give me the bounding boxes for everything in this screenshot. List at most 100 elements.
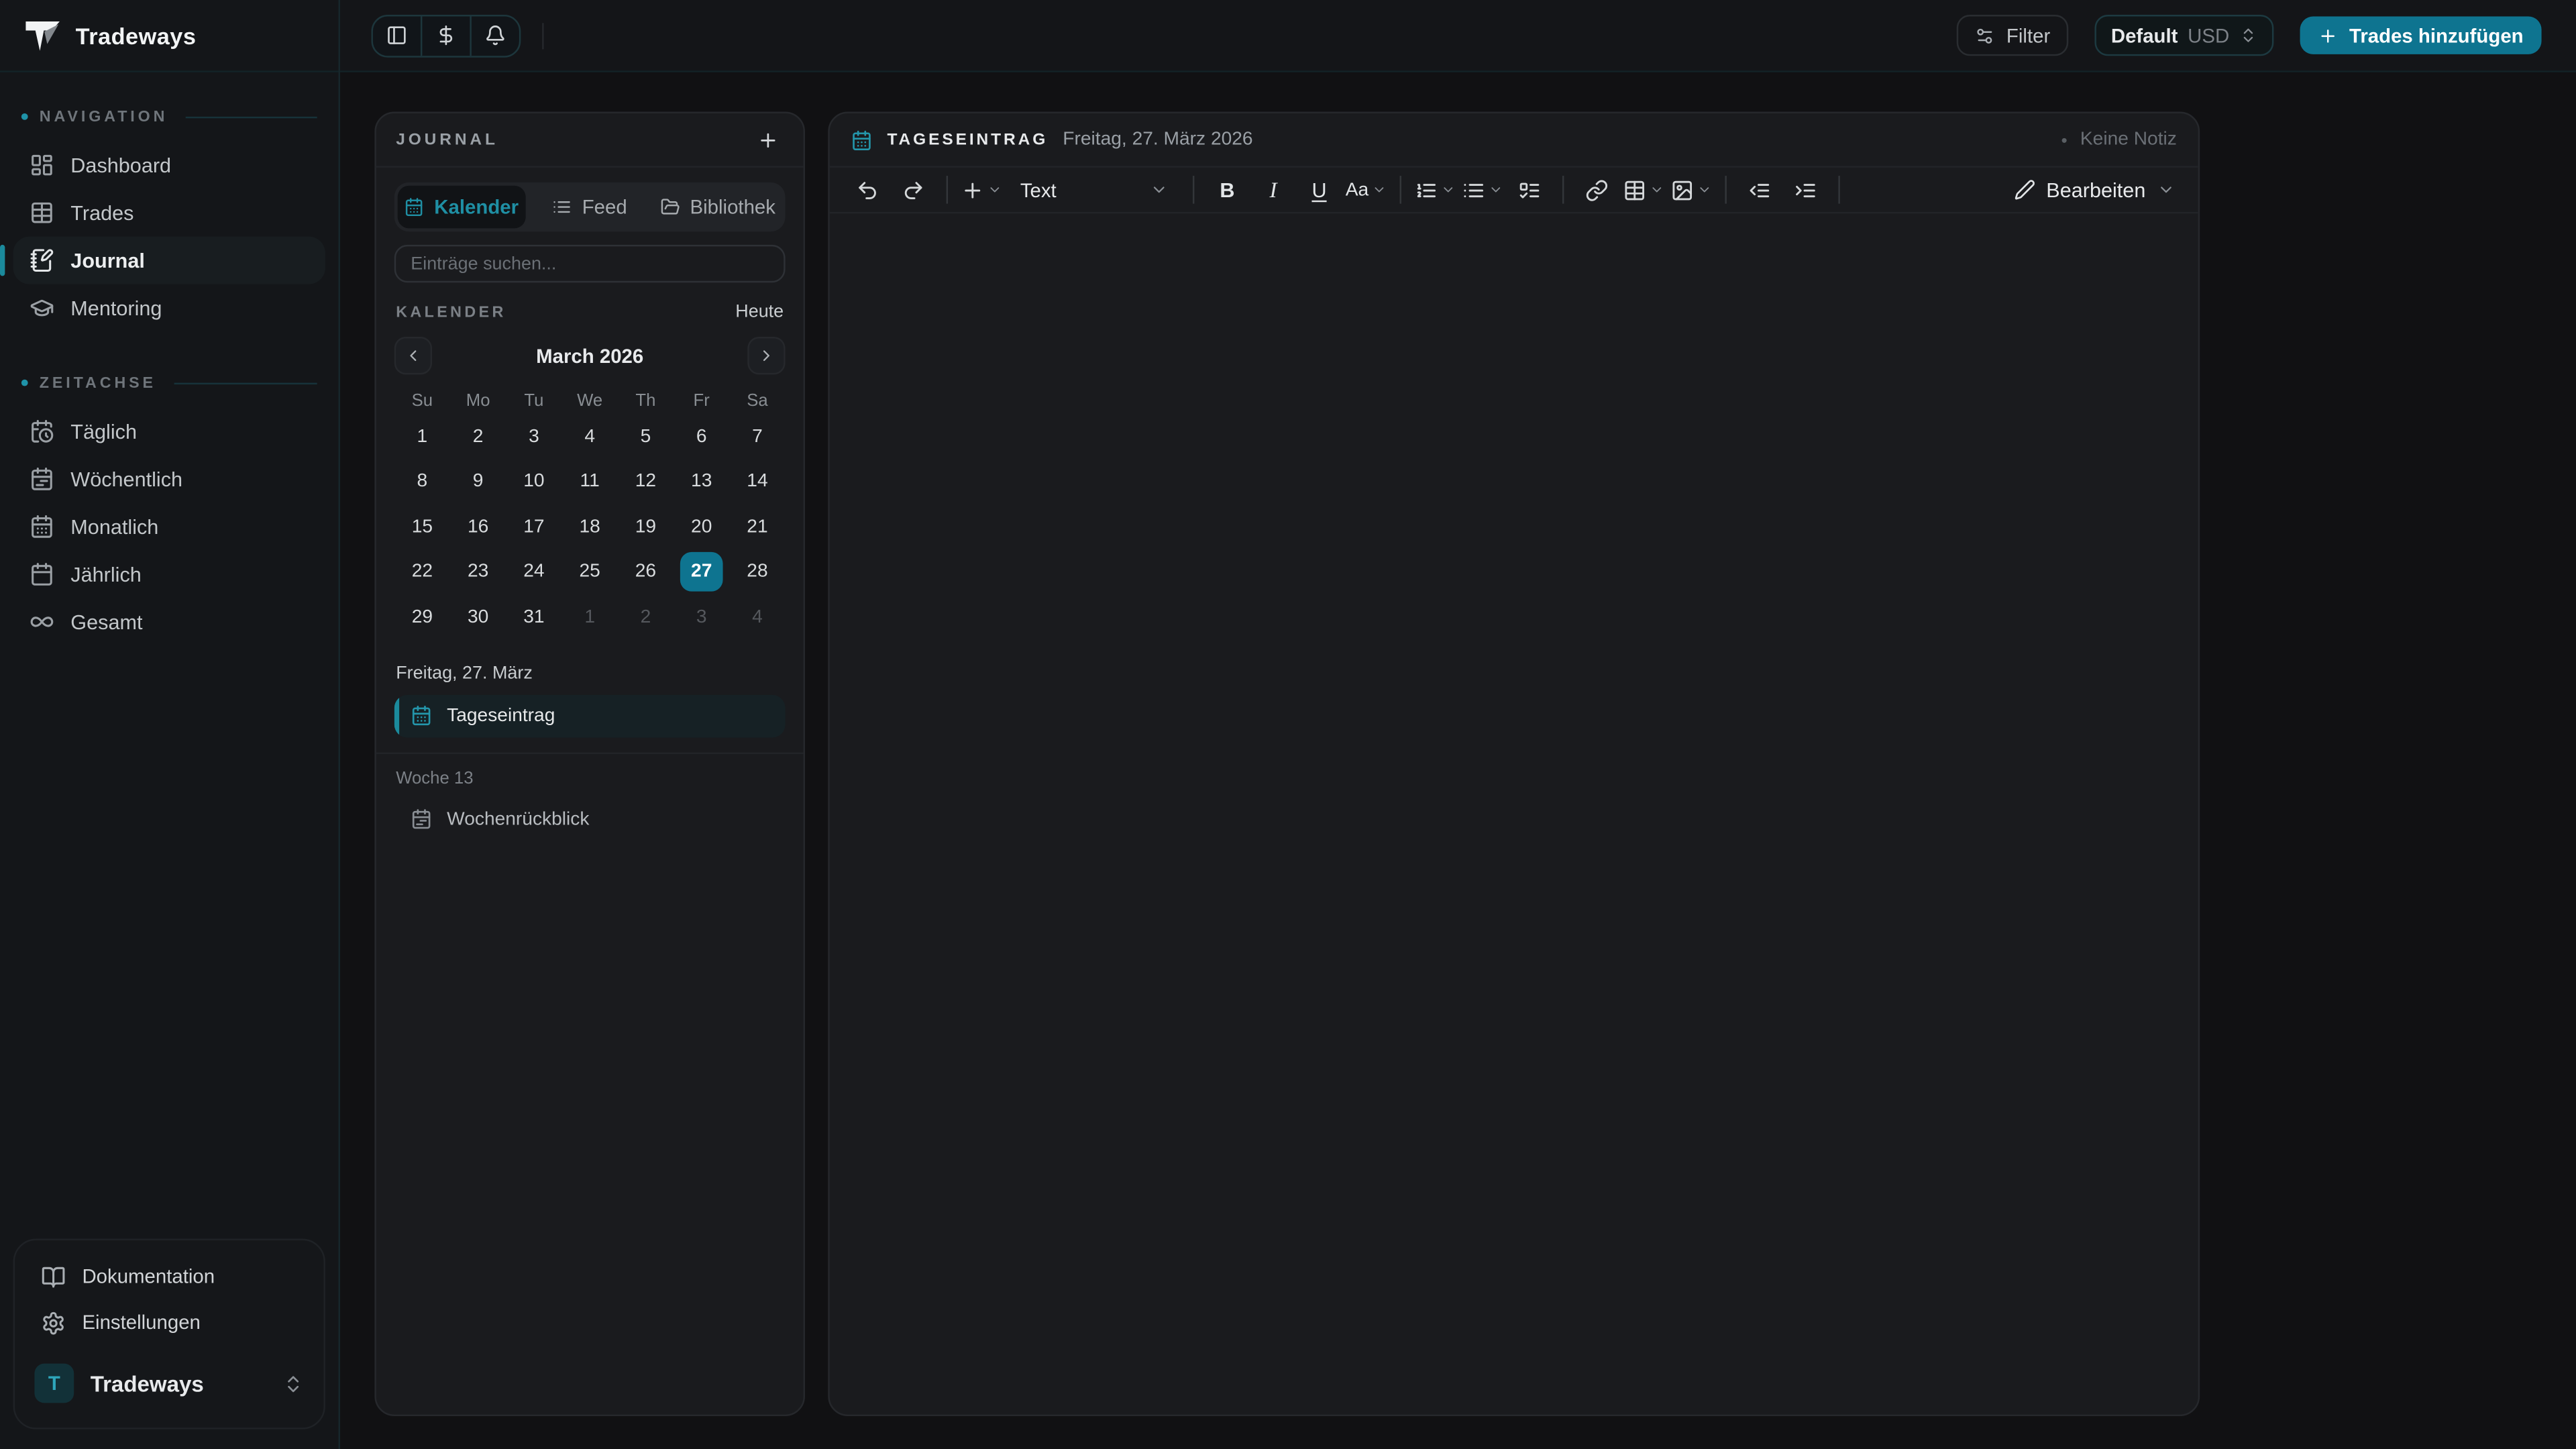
- currency-select[interactable]: Default USD: [2094, 15, 2273, 56]
- sidebar-item-journal[interactable]: Journal: [13, 237, 325, 284]
- link-icon: [1585, 178, 1608, 201]
- sidebar-item-w-chentlich[interactable]: Wöchentlich: [13, 455, 325, 502]
- calendar-day[interactable]: 13: [680, 462, 723, 502]
- block-type-dropdown[interactable]: Text: [1009, 171, 1180, 209]
- calendar-day[interactable]: 19: [625, 507, 667, 547]
- sidebar-item-t-glich[interactable]: Täglich: [13, 407, 325, 455]
- calendar-day[interactable]: 30: [457, 598, 500, 637]
- calendar-day[interactable]: 3: [680, 598, 723, 637]
- topbar-icon-group: [371, 14, 521, 57]
- calendar-day[interactable]: 16: [457, 507, 500, 547]
- calendar-day[interactable]: 11: [568, 462, 611, 502]
- calendar-cell: 22: [394, 549, 450, 594]
- filter-button[interactable]: Filter: [1957, 15, 2068, 56]
- brand[interactable]: Tradeways: [0, 0, 338, 72]
- undo-button[interactable]: [845, 172, 891, 208]
- sidebar-footer-items: Dokumentation Einstellungen: [25, 1254, 314, 1346]
- calendar-day[interactable]: 8: [401, 462, 444, 502]
- outdent-button[interactable]: [1737, 172, 1783, 208]
- add-trades-button[interactable]: Trades hinzufügen: [2300, 16, 2542, 54]
- currency-button[interactable]: [422, 15, 470, 55]
- sidebar-item-trades[interactable]: Trades: [13, 189, 325, 237]
- calendar-cell: 26: [618, 549, 674, 594]
- calendar-icon: [411, 705, 432, 727]
- entry-type-badge: TAGESEINTRAG: [887, 131, 1048, 149]
- calendar-day[interactable]: 28: [736, 552, 779, 592]
- calendar-day[interactable]: 5: [625, 417, 667, 456]
- calendar-day[interactable]: 23: [457, 552, 500, 592]
- link-button[interactable]: [1574, 172, 1620, 208]
- calendar-day[interactable]: 25: [568, 552, 611, 592]
- entry-wochenrueckblick[interactable]: Wochenrückblick: [394, 798, 786, 841]
- calendar-day[interactable]: 26: [625, 552, 667, 592]
- sidebar-item-label: Journal: [70, 249, 145, 272]
- tab-bibliothek[interactable]: Bibliothek: [654, 186, 782, 229]
- sidebar-item-gesamt[interactable]: Gesamt: [13, 598, 325, 645]
- sidebar-item-dashboard[interactable]: Dashboard: [13, 142, 325, 189]
- entry-tageseintrag[interactable]: Tageseintrag: [394, 694, 786, 737]
- calendar-day[interactable]: 2: [625, 598, 667, 637]
- sidebar-item-monatlich[interactable]: Monatlich: [13, 502, 325, 550]
- search-input[interactable]: [411, 254, 769, 273]
- calendar-day[interactable]: 20: [680, 507, 723, 547]
- footer-item-dokumentation[interactable]: Dokumentation: [25, 1254, 314, 1300]
- calendar-day[interactable]: 12: [625, 462, 667, 502]
- bold-button[interactable]: B: [1204, 172, 1250, 208]
- calendar-day[interactable]: 18: [568, 507, 611, 547]
- calendar-day[interactable]: 31: [513, 598, 555, 637]
- calendar-day-selected[interactable]: 27: [680, 552, 723, 592]
- text-style-button[interactable]: Aa: [1342, 172, 1390, 208]
- indent-button[interactable]: [1782, 172, 1829, 208]
- sidebar-item-j-hrlich[interactable]: Jährlich: [13, 550, 325, 598]
- editor-body[interactable]: [830, 213, 2198, 1416]
- bullet-list-button[interactable]: [1459, 172, 1507, 208]
- image-button[interactable]: [1668, 172, 1715, 208]
- tab-label: Kalender: [434, 195, 519, 218]
- currency-primary: Default: [2111, 24, 2178, 47]
- entry-label: Wochenrückblick: [447, 809, 589, 828]
- calendar-day[interactable]: 9: [457, 462, 500, 502]
- tab-kalender[interactable]: Kalender: [398, 186, 526, 229]
- ordered-list-button[interactable]: [1411, 172, 1459, 208]
- calendar-day[interactable]: 29: [401, 598, 444, 637]
- redo-button[interactable]: [890, 172, 936, 208]
- calendar-day[interactable]: 1: [568, 598, 611, 637]
- calendar-day[interactable]: 15: [401, 507, 444, 547]
- sidebar-item-mentoring[interactable]: Mentoring: [13, 284, 325, 332]
- calendar-day[interactable]: 4: [568, 417, 611, 456]
- notifications-button[interactable]: [472, 15, 519, 55]
- calendar-day[interactable]: 17: [513, 507, 555, 547]
- today-link[interactable]: Heute: [735, 303, 784, 322]
- todo-list-button[interactable]: [1507, 172, 1553, 208]
- underline-button[interactable]: U: [1296, 172, 1342, 208]
- calendar-day[interactable]: 6: [680, 417, 723, 456]
- calendar-day[interactable]: 10: [513, 462, 555, 502]
- tab-feed[interactable]: Feed: [526, 186, 654, 229]
- section-line: [186, 116, 317, 117]
- prev-month-button[interactable]: [394, 337, 432, 374]
- calendar-day[interactable]: 7: [736, 417, 779, 456]
- calendar-day[interactable]: 4: [736, 598, 779, 637]
- insert-block-button[interactable]: [958, 172, 1006, 208]
- block-type-label: Text: [1020, 178, 1150, 201]
- table-icon: [30, 201, 54, 225]
- calendar-day[interactable]: 3: [513, 417, 555, 456]
- sidebar-toggle-button[interactable]: [373, 15, 421, 55]
- next-month-button[interactable]: [747, 337, 785, 374]
- calendar-day[interactable]: 2: [457, 417, 500, 456]
- calendar-cell: 15: [394, 504, 450, 549]
- redo-icon: [902, 178, 924, 201]
- calendar-day[interactable]: 14: [736, 462, 779, 502]
- edit-mode-dropdown[interactable]: Bearbeiten: [2013, 178, 2183, 201]
- new-entry-button[interactable]: [751, 123, 784, 156]
- calendar-day[interactable]: 1: [401, 417, 444, 456]
- editor-toolbar: Text B I U Aa: [830, 168, 2198, 214]
- calendar-day[interactable]: 24: [513, 552, 555, 592]
- italic-button[interactable]: I: [1250, 172, 1297, 208]
- workspace-switcher[interactable]: T Tradeways: [25, 1352, 314, 1415]
- table-button[interactable]: [1620, 172, 1668, 208]
- calendar-day[interactable]: 22: [401, 552, 444, 592]
- calendar-day[interactable]: 21: [736, 507, 779, 547]
- footer-item-einstellungen[interactable]: Einstellungen: [25, 1299, 314, 1346]
- footer-item-label: Einstellungen: [82, 1311, 200, 1334]
